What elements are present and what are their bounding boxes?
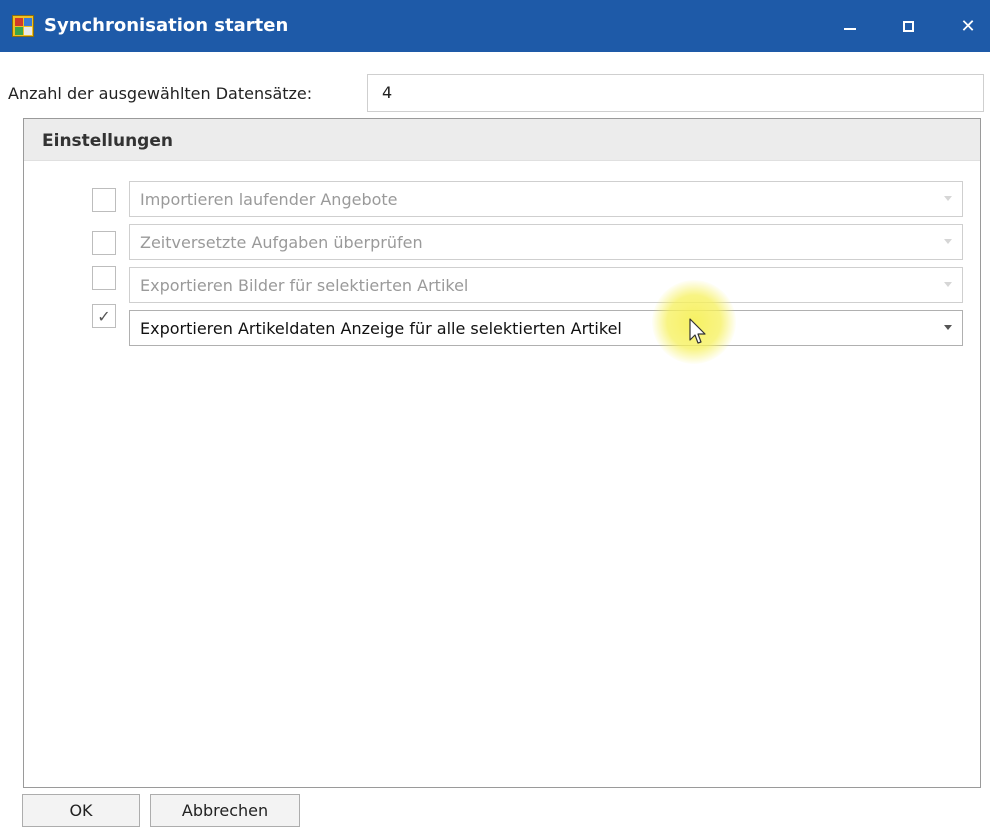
settings-header: Einstellungen <box>24 119 980 161</box>
option-row-export-images: Exportieren Bilder für selektierten Arti… <box>24 266 982 305</box>
option-dropdown-export-images[interactable]: Exportieren Bilder für selektierten Arti… <box>129 267 963 303</box>
close-icon: ✕ <box>960 15 976 37</box>
minimize-icon <box>844 28 856 30</box>
chevron-down-icon <box>944 282 952 287</box>
title-bar[interactable]: Synchronisation starten ✕ <box>0 0 990 52</box>
cancel-button[interactable]: Abbrechen <box>150 794 300 827</box>
option-row-import-offers: Importieren laufender Angebote <box>24 181 982 219</box>
minimize-button[interactable] <box>820 0 880 52</box>
maximize-icon <box>902 20 914 32</box>
option-checkbox-check-tasks[interactable] <box>92 231 116 255</box>
chevron-down-icon <box>944 239 952 244</box>
option-dropdown-import-offers[interactable]: Importieren laufender Angebote <box>129 181 963 217</box>
maximize-button[interactable] <box>878 0 938 52</box>
app-icon <box>12 15 34 37</box>
option-checkbox-export-article-data[interactable]: ✓ <box>92 304 116 328</box>
option-checkbox-export-images[interactable] <box>92 266 116 290</box>
option-dropdown-check-tasks[interactable]: Zeitversetzte Aufgaben überprüfen <box>129 224 963 260</box>
chevron-down-icon <box>944 325 952 330</box>
chevron-down-icon <box>944 196 952 201</box>
record-count-label: Anzahl der ausgewählten Datensätze: <box>8 84 313 103</box>
ok-button[interactable]: OK <box>22 794 140 827</box>
option-label: Exportieren Artikeldaten Anzeige für all… <box>140 319 622 338</box>
option-row-export-article-data: ✓ Exportieren Artikeldaten Anzeige für a… <box>24 304 982 348</box>
option-row-check-tasks: Zeitversetzte Aufgaben überprüfen <box>24 224 982 262</box>
option-label: Zeitversetzte Aufgaben überprüfen <box>140 233 423 252</box>
option-checkbox-import-offers[interactable] <box>92 188 116 212</box>
mouse-pointer-icon <box>689 318 706 344</box>
option-dropdown-export-article-data[interactable]: Exportieren Artikeldaten Anzeige für all… <box>129 310 963 346</box>
record-count-field[interactable]: 4 <box>367 74 984 112</box>
window-title: Synchronisation starten <box>44 15 289 36</box>
settings-group: Einstellungen Importieren laufender Ange… <box>23 118 981 788</box>
close-button[interactable]: ✕ <box>938 0 990 52</box>
option-label: Exportieren Bilder für selektierten Arti… <box>140 276 469 295</box>
option-label: Importieren laufender Angebote <box>140 190 398 209</box>
